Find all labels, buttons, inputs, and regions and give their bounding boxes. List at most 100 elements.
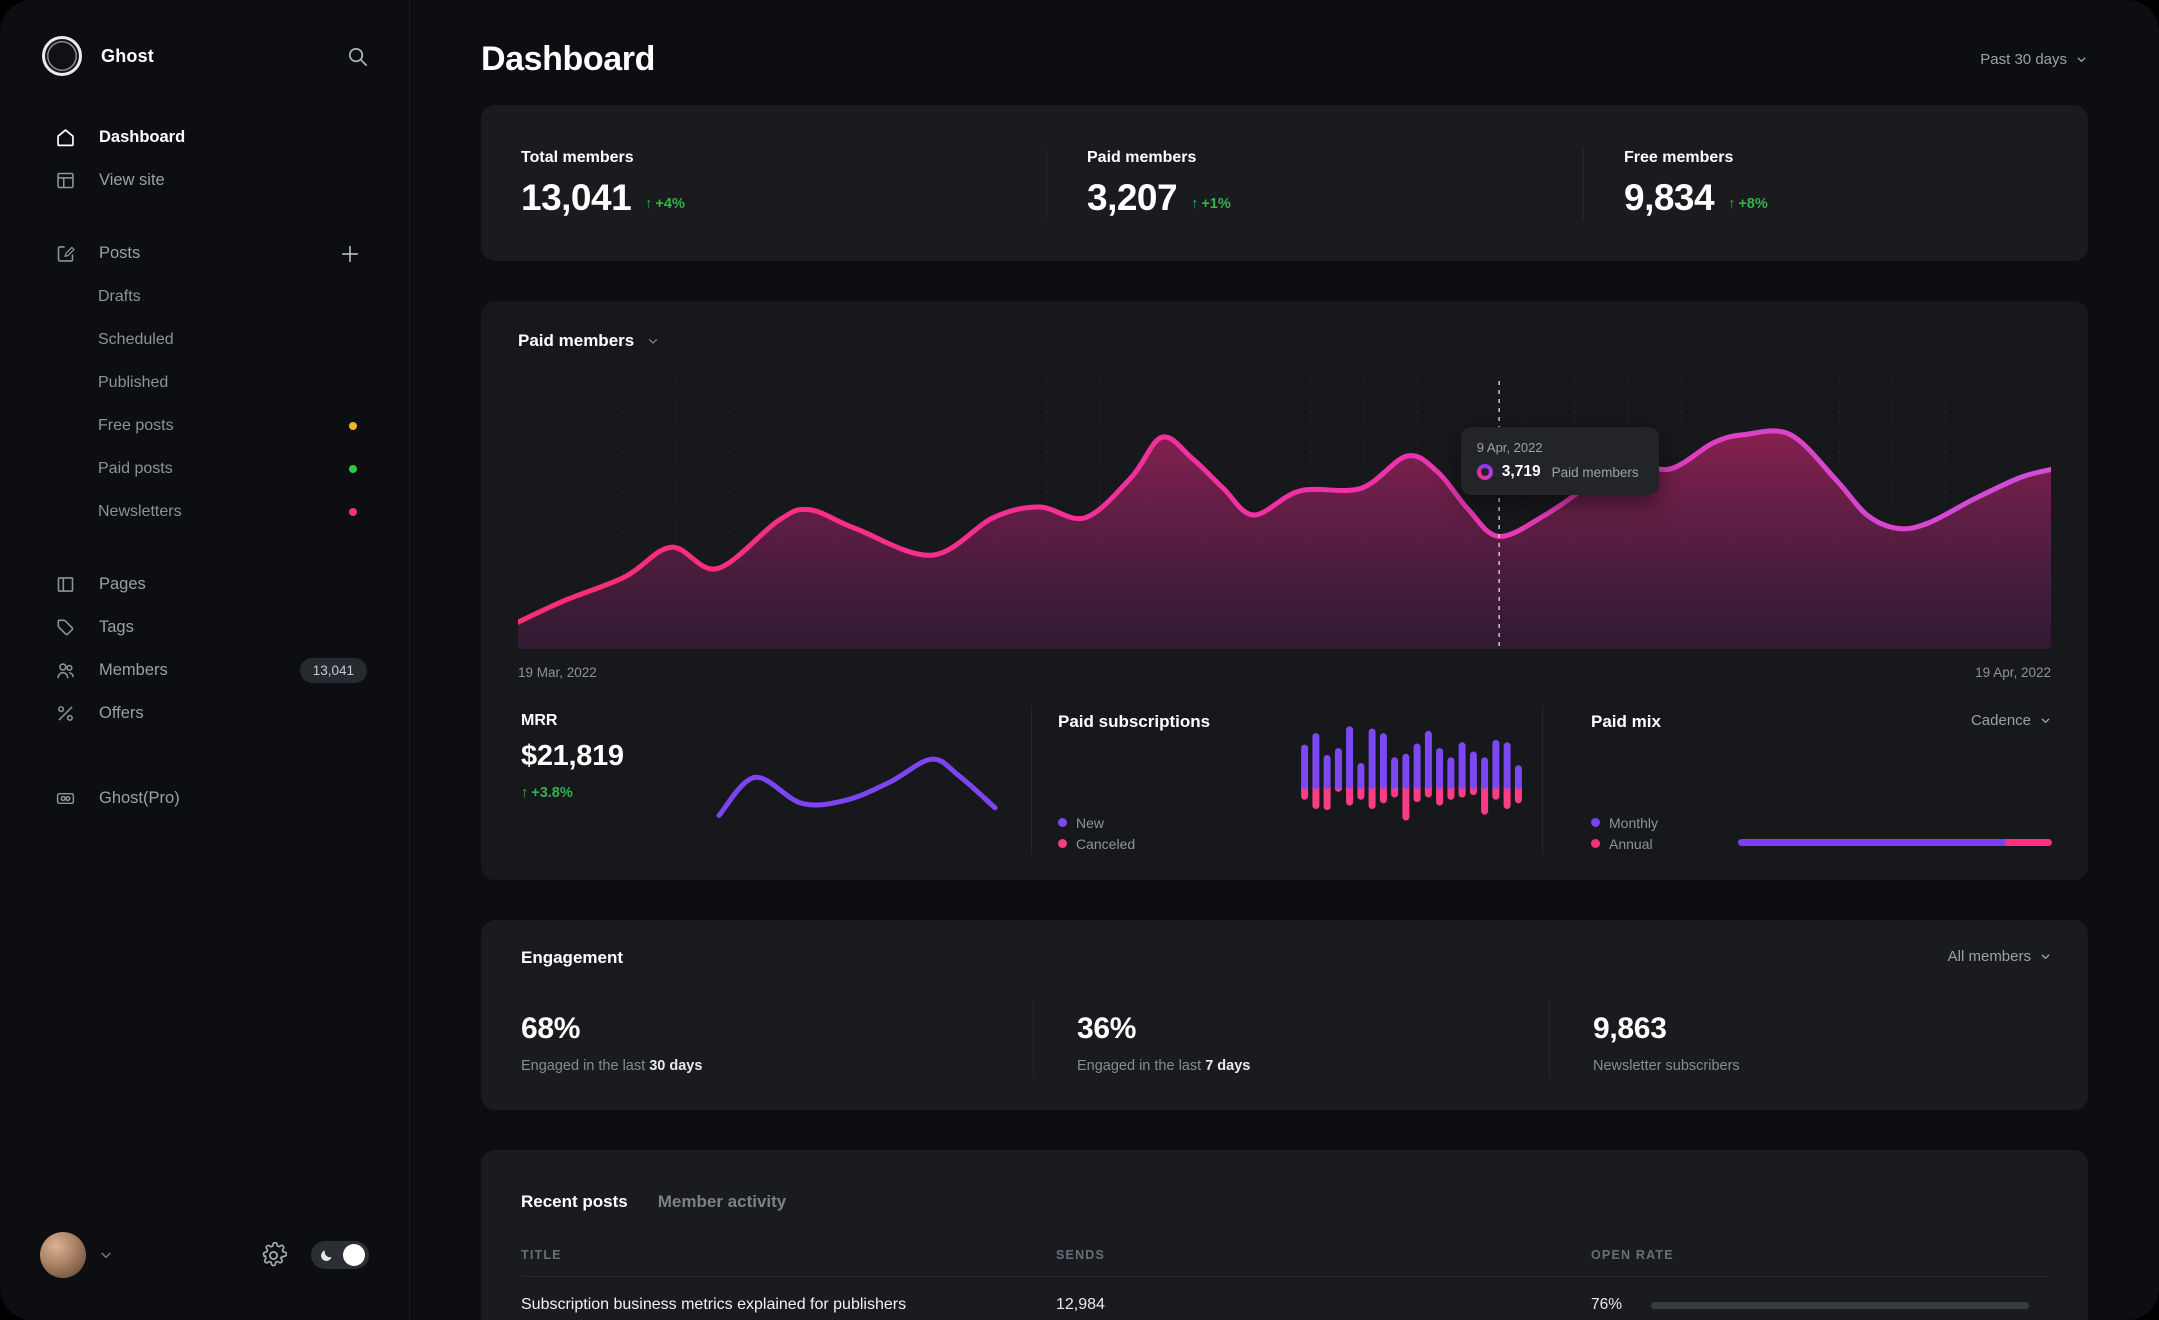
edit-icon bbox=[55, 243, 76, 264]
sub-item-label: Newsletters bbox=[98, 503, 182, 521]
tab-recent-posts[interactable]: Recent posts bbox=[521, 1192, 628, 1212]
members-stats-card: Total members 13,041 ↑+4% Paid members 3… bbox=[481, 105, 2088, 261]
home-icon bbox=[55, 127, 76, 148]
stat-value: 13,041 bbox=[521, 177, 631, 219]
post-sends: 12,984 bbox=[1056, 1296, 1591, 1314]
table-header: TITLE SENDS OPEN RATE bbox=[521, 1248, 2048, 1277]
legend-label: New bbox=[1076, 815, 1104, 831]
search-icon[interactable] bbox=[346, 45, 369, 68]
table-row[interactable]: Subscription business metrics explained … bbox=[521, 1277, 2048, 1320]
sidebar-item-published[interactable]: Published bbox=[40, 361, 369, 404]
annual-legend-dot bbox=[1591, 839, 1600, 848]
chart-title: Paid members bbox=[518, 331, 634, 351]
stat-free-members: Free members 9,834 ↑+8% bbox=[1583, 149, 2088, 219]
paid-subscriptions-legend: New Canceled bbox=[1058, 812, 1210, 854]
members-count-badge: 13,041 bbox=[300, 658, 367, 683]
sidebar: Ghost Dashboard View site Posts bbox=[0, 0, 410, 1320]
tag-icon bbox=[55, 617, 76, 638]
sidebar-item-tags[interactable]: Tags bbox=[40, 606, 369, 649]
sidebar-item-label: Posts bbox=[99, 244, 140, 263]
stat-label: Free members bbox=[1624, 149, 2088, 167]
sub-item-label: Published bbox=[98, 374, 168, 392]
user-menu-chevron-icon[interactable] bbox=[98, 1247, 114, 1263]
stat-value: 3,207 bbox=[1087, 177, 1177, 219]
sidebar-item-members[interactable]: Members 13,041 bbox=[40, 649, 369, 692]
main-content: Dashboard Past 30 days Total members 13,… bbox=[410, 0, 2159, 1320]
tooltip-date: 9 Apr, 2022 bbox=[1477, 440, 1639, 455]
sidebar-item-scheduled[interactable]: Scheduled bbox=[40, 318, 369, 361]
engagement-caption: Engaged in the last 30 days bbox=[521, 1058, 1033, 1074]
ghost-logo-icon bbox=[42, 36, 82, 76]
paid-mix-title: Paid mix bbox=[1591, 712, 1661, 732]
sidebar-item-label: Ghost(Pro) bbox=[99, 789, 180, 808]
sidebar-item-free-posts[interactable]: Free posts bbox=[40, 404, 369, 447]
date-range-label: Past 30 days bbox=[1980, 51, 2067, 68]
monthly-legend-dot bbox=[1591, 818, 1600, 827]
add-post-button[interactable] bbox=[339, 243, 361, 265]
sidebar-item-ghost-pro[interactable]: Ghost(Pro) bbox=[40, 777, 369, 820]
engagement-title: Engagement bbox=[521, 948, 623, 968]
recent-posts-card: Recent posts Member activity TITLE SENDS… bbox=[481, 1150, 2088, 1320]
paid-members-chart-card: Paid members 9 Apr, 2022 bbox=[481, 301, 2088, 880]
user-avatar[interactable] bbox=[40, 1232, 86, 1278]
paid-subscriptions-section: Paid subscriptions New Canceled bbox=[1031, 706, 1542, 854]
settings-gear-icon[interactable] bbox=[260, 1242, 287, 1269]
engagement-card: Engagement All members 68% Engaged in th… bbox=[481, 920, 2088, 1110]
sidebar-item-dashboard[interactable]: Dashboard bbox=[40, 116, 369, 159]
stat-paid-members: Paid members 3,207 ↑+1% bbox=[1046, 149, 1583, 219]
stat-value: 9,834 bbox=[1624, 177, 1714, 219]
chart-tooltip: 9 Apr, 2022 3,719 Paid members bbox=[1461, 427, 1659, 495]
sidebar-item-newsletters[interactable]: Newsletters bbox=[40, 490, 369, 533]
mrr-label: MRR bbox=[521, 712, 624, 730]
all-members-dropdown[interactable]: All members bbox=[1948, 948, 2052, 965]
sidebar-item-label: View site bbox=[99, 171, 165, 190]
arrow-up-icon: ↑ bbox=[1191, 196, 1198, 212]
legend-label: Monthly bbox=[1609, 815, 1658, 831]
arrow-up-icon: ↑ bbox=[521, 785, 528, 801]
sidebar-item-view-site[interactable]: View site bbox=[40, 159, 369, 202]
paid-members-chart[interactable]: 9 Apr, 2022 3,719 Paid members bbox=[518, 381, 2051, 649]
column-sends: SENDS bbox=[1056, 1248, 1591, 1262]
date-range-dropdown[interactable]: Past 30 days bbox=[1980, 51, 2088, 68]
pages-icon bbox=[55, 574, 76, 595]
percent-icon bbox=[55, 703, 76, 724]
stat-label: Total members bbox=[521, 149, 1046, 167]
tooltip-series-ring-icon bbox=[1477, 464, 1493, 480]
monthly-bar-segment bbox=[1738, 839, 2005, 846]
sidebar-item-label: Pages bbox=[99, 575, 146, 594]
sidebar-nav: Dashboard View site Posts Drafts Schedul… bbox=[40, 116, 369, 820]
stat-delta: ↑+8% bbox=[1728, 196, 1768, 212]
tooltip-series-label: Paid members bbox=[1552, 465, 1639, 480]
legend-label: Annual bbox=[1609, 836, 1653, 852]
engagement-caption: Newsletter subscribers bbox=[1593, 1058, 2088, 1074]
moon-icon bbox=[319, 1248, 334, 1263]
chart-metric-dropdown-chevron-icon[interactable] bbox=[646, 334, 660, 348]
dark-mode-toggle[interactable] bbox=[311, 1241, 369, 1269]
engagement-metric-30d: 68% Engaged in the last 30 days bbox=[481, 1012, 1033, 1074]
engagement-value: 36% bbox=[1077, 1012, 1549, 1046]
sidebar-item-paid-posts[interactable]: Paid posts bbox=[40, 447, 369, 490]
canceled-legend-dot bbox=[1058, 839, 1067, 848]
engagement-metric-subscribers: 9,863 Newsletter subscribers bbox=[1549, 1012, 2088, 1074]
cadence-dropdown[interactable]: Cadence bbox=[1971, 712, 2052, 729]
layout-icon bbox=[55, 170, 76, 191]
tooltip-value: 3,719 bbox=[1502, 463, 1541, 481]
app-window: Ghost Dashboard View site Posts bbox=[0, 0, 2159, 1320]
annual-bar-segment bbox=[2005, 839, 2052, 846]
sidebar-item-drafts[interactable]: Drafts bbox=[40, 275, 369, 318]
sidebar-item-posts[interactable]: Posts bbox=[40, 232, 369, 275]
x-axis-start-label: 19 Mar, 2022 bbox=[518, 665, 597, 680]
paid-subscriptions-bar-chart bbox=[1299, 724, 1524, 836]
sidebar-item-offers[interactable]: Offers bbox=[40, 692, 369, 735]
posts-activity-tabs: Recent posts Member activity bbox=[521, 1192, 2048, 1212]
tab-member-activity[interactable]: Member activity bbox=[658, 1192, 787, 1212]
toggle-knob bbox=[343, 1244, 365, 1266]
paid-posts-dot bbox=[349, 465, 357, 473]
engagement-caption: Engaged in the last 7 days bbox=[1077, 1058, 1549, 1074]
arrow-up-icon: ↑ bbox=[645, 196, 652, 212]
sidebar-item-pages[interactable]: Pages bbox=[40, 563, 369, 606]
sidebar-item-label: Tags bbox=[99, 618, 134, 637]
sidebar-footer bbox=[40, 1232, 369, 1320]
stat-label: Paid members bbox=[1087, 149, 1583, 167]
mrr-value: $21,819 bbox=[521, 740, 624, 773]
